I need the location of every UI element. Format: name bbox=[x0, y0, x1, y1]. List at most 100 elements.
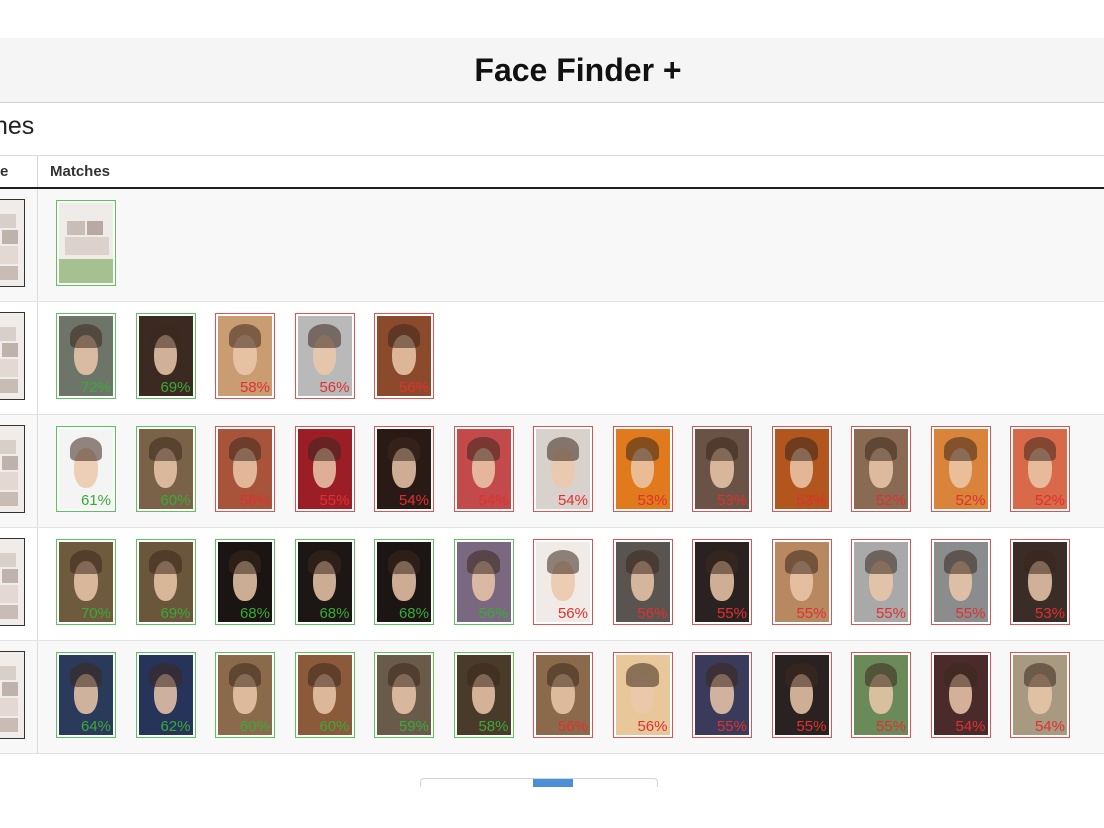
match-percentage: 56% bbox=[478, 605, 509, 622]
column-header-matches: Matches bbox=[50, 163, 111, 180]
table-row: 70% 69% 68% 68% 68% 56% 56% 56% 55% 55% 55% 55% 53% bbox=[0, 528, 1104, 641]
match-thumbnail[interactable]: 60% bbox=[294, 652, 355, 738]
match-percentage: 54% bbox=[955, 718, 986, 735]
pixelated-face-image bbox=[0, 200, 24, 286]
match-thumbnail[interactable]: 52% bbox=[1010, 426, 1070, 512]
match-thumbnail[interactable]: 60% bbox=[135, 426, 196, 512]
pixelated-face-image bbox=[59, 203, 113, 283]
match-percentage: 52% bbox=[1034, 492, 1065, 509]
query-face-thumbnail[interactable] bbox=[0, 312, 25, 400]
table-row: 64% 62% 60% 60% 59% 58% 56% 56% 55% 55% 55% 54% 54% bbox=[0, 641, 1104, 754]
match-percentage: 60% bbox=[160, 492, 191, 509]
app-title: Face Finder + bbox=[474, 51, 682, 88]
match-thumbnail[interactable]: 56% bbox=[533, 539, 593, 625]
match-thumbnail[interactable]: 69% bbox=[135, 313, 196, 399]
match-thumbnail[interactable]: 62% bbox=[135, 652, 196, 738]
match-percentage: 54% bbox=[1034, 718, 1065, 735]
match-thumbnail[interactable]: 53% bbox=[612, 426, 673, 512]
match-percentage: 54% bbox=[398, 492, 429, 509]
query-face-thumbnail[interactable] bbox=[0, 538, 25, 626]
match-thumbnail[interactable]: 68% bbox=[215, 539, 275, 625]
match-thumbnail[interactable]: 68% bbox=[294, 539, 355, 625]
match-thumbnail[interactable]: 56% bbox=[533, 652, 593, 738]
match-percentage: 56% bbox=[398, 379, 429, 396]
match-percentage: 55% bbox=[875, 605, 906, 622]
match-thumbnail[interactable]: 60% bbox=[215, 652, 275, 738]
match-thumbnail[interactable]: 56% bbox=[294, 313, 355, 399]
match-thumbnail[interactable]: 53% bbox=[771, 426, 832, 512]
results-table: 72% 69% 58% 56% 56% 61% 60% 56% 55% 54% 54% 54% 53% 5… bbox=[0, 189, 1104, 754]
match-thumbnail[interactable]: 55% bbox=[692, 652, 752, 738]
match-thumbnail[interactable]: 55% bbox=[771, 539, 832, 625]
match-thumbnail[interactable]: 59% bbox=[374, 652, 434, 738]
column-divider bbox=[37, 415, 38, 527]
match-thumbnail[interactable]: 55% bbox=[771, 652, 832, 738]
match-thumbnail[interactable]: 64% bbox=[56, 652, 116, 738]
match-thumbnail[interactable]: 54% bbox=[533, 426, 593, 512]
match-thumbnail[interactable]: 55% bbox=[851, 652, 911, 738]
match-percentage: 55% bbox=[796, 718, 827, 735]
match-percentage: 53% bbox=[796, 492, 827, 509]
match-thumbnail[interactable]: 56% bbox=[612, 652, 673, 738]
match-thumbnail[interactable]: 61% bbox=[56, 426, 116, 512]
match-percentage: 56% bbox=[557, 605, 588, 622]
match-thumbnail[interactable]: 53% bbox=[692, 426, 752, 512]
match-percentage: 56% bbox=[637, 605, 668, 622]
match-thumbnail[interactable]: 70% bbox=[56, 539, 116, 625]
column-divider bbox=[37, 302, 38, 414]
match-thumbnail[interactable]: 52% bbox=[851, 426, 911, 512]
match-percentage: 53% bbox=[637, 492, 668, 509]
section-heading: hes bbox=[0, 112, 35, 140]
match-thumbnail[interactable]: 52% bbox=[930, 426, 991, 512]
match-thumbnail[interactable]: 56% bbox=[374, 313, 434, 399]
table-row: 72% 69% 58% 56% 56% bbox=[0, 302, 1104, 415]
query-face-thumbnail[interactable] bbox=[0, 651, 25, 739]
match-percentage: 53% bbox=[716, 492, 747, 509]
pager-current-indicator[interactable] bbox=[533, 779, 573, 787]
match-percentage: 52% bbox=[875, 492, 906, 509]
match-percentage: 72% bbox=[80, 379, 111, 396]
match-thumbnail[interactable]: 58% bbox=[453, 652, 514, 738]
match-thumbnail[interactable]: 56% bbox=[453, 539, 514, 625]
match-percentage: 55% bbox=[716, 605, 747, 622]
match-thumbnail[interactable]: 69% bbox=[135, 539, 196, 625]
query-face-thumbnail[interactable] bbox=[0, 199, 25, 287]
match-thumbnail[interactable]: 58% bbox=[215, 313, 275, 399]
match-thumbnail[interactable]: 54% bbox=[930, 652, 991, 738]
match-percentage: 55% bbox=[796, 605, 827, 622]
pixelated-face-image bbox=[0, 313, 24, 399]
match-percentage: 55% bbox=[955, 605, 986, 622]
pager[interactable] bbox=[420, 778, 658, 787]
match-thumbnail[interactable]: 68% bbox=[374, 539, 434, 625]
match-percentage: 56% bbox=[239, 492, 270, 509]
match-percentage: 69% bbox=[160, 379, 191, 396]
match-percentage: 54% bbox=[478, 492, 509, 509]
match-percentage: 52% bbox=[955, 492, 986, 509]
pixelated-face-image bbox=[0, 539, 24, 625]
match-thumbnail[interactable] bbox=[56, 200, 116, 286]
match-thumbnail[interactable]: 55% bbox=[692, 539, 752, 625]
match-percentage: 58% bbox=[239, 379, 270, 396]
match-thumbnail[interactable]: 54% bbox=[453, 426, 514, 512]
match-thumbnail[interactable]: 55% bbox=[930, 539, 991, 625]
match-thumbnail[interactable]: 55% bbox=[851, 539, 911, 625]
match-thumbnail[interactable]: 55% bbox=[294, 426, 355, 512]
match-percentage: 56% bbox=[637, 718, 668, 735]
match-percentage: 53% bbox=[1034, 605, 1065, 622]
pixelated-face-image bbox=[0, 652, 24, 738]
match-thumbnail[interactable]: 56% bbox=[215, 426, 275, 512]
column-divider bbox=[37, 156, 38, 187]
match-percentage: 55% bbox=[875, 718, 906, 735]
match-thumbnail[interactable]: 72% bbox=[56, 313, 116, 399]
column-header-query: e bbox=[0, 163, 9, 180]
match-thumbnail[interactable]: 56% bbox=[612, 539, 673, 625]
title-bar: Face Finder + bbox=[0, 38, 1104, 103]
match-thumbnail[interactable]: 53% bbox=[1010, 539, 1070, 625]
table-header: e Matches bbox=[0, 156, 1104, 189]
query-face-thumbnail[interactable] bbox=[0, 425, 25, 513]
match-percentage: 55% bbox=[716, 718, 747, 735]
match-percentage: 59% bbox=[398, 718, 429, 735]
match-thumbnail[interactable]: 54% bbox=[374, 426, 434, 512]
match-thumbnail[interactable]: 54% bbox=[1010, 652, 1070, 738]
match-percentage: 70% bbox=[80, 605, 111, 622]
